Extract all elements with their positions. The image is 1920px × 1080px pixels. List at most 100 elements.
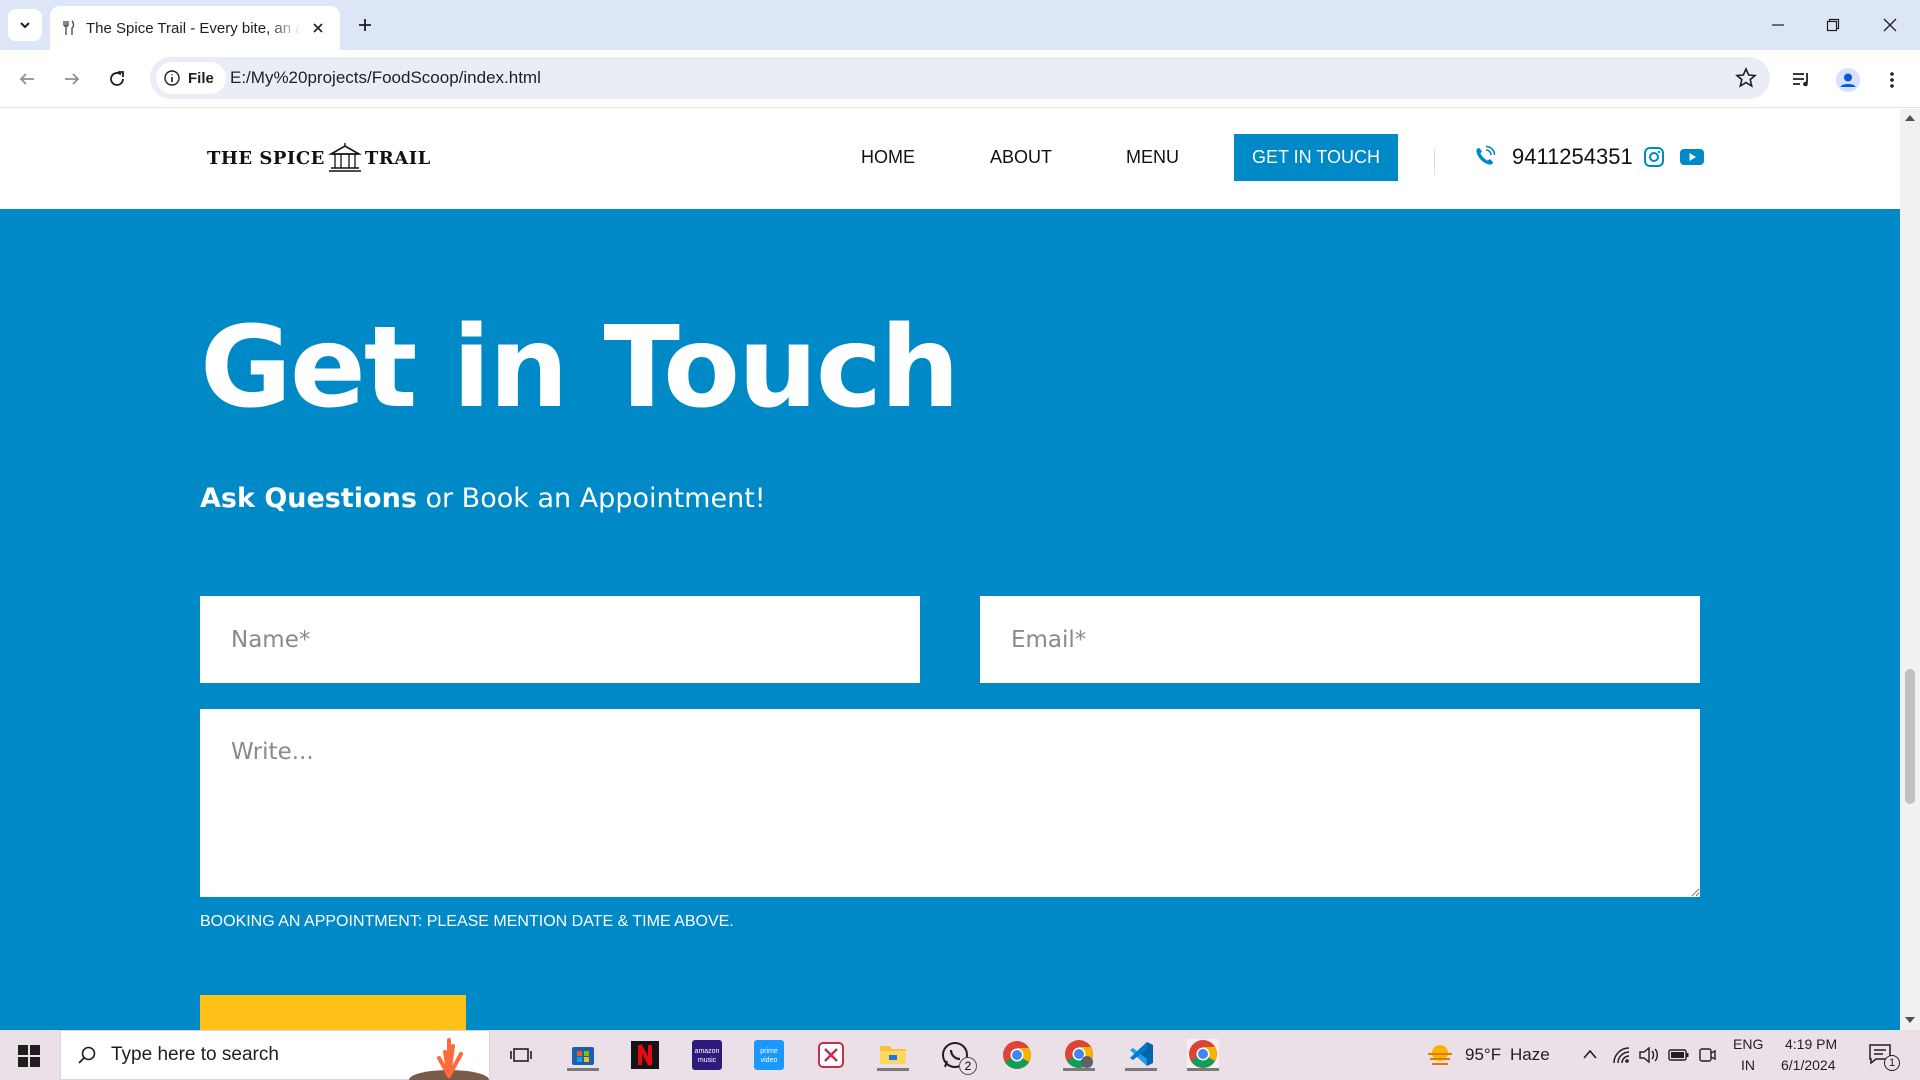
restore-icon [1826,18,1840,32]
booking-note: BOOKING AN APPOINTMENT: PLEASE MENTION D… [200,913,734,930]
taskbar-whatsapp[interactable]: 2 [939,1039,977,1075]
browser-menu-button[interactable] [1878,66,1906,94]
wifi-icon[interactable] [1612,1046,1630,1064]
taskbar-prime-video[interactable]: prime video [753,1039,785,1071]
reload-icon [110,71,124,86]
weather-temp[interactable]: 95°F [1465,1045,1501,1065]
whatsapp-badge: 2 [959,1057,977,1075]
taskbar-amazon-music[interactable]: amazon music [691,1039,723,1071]
back-button[interactable] [12,64,42,94]
scroll-up-arrow[interactable] [1905,115,1915,121]
taskbar-snipping-tool[interactable] [815,1039,847,1071]
chrome-icon [1189,1039,1217,1068]
contact-subtitle: Ask Questions or Book an Appointment! [200,483,766,514]
nav-about-link[interactable]: ABOUT [990,147,1052,168]
close-icon [1883,18,1897,32]
minimize-icon [1772,24,1784,26]
taskbar-vscode[interactable] [1125,1039,1157,1071]
nav-get-in-touch-button[interactable]: GET IN TOUCH [1234,134,1398,181]
task-view-icon [510,1048,532,1062]
reload-button[interactable] [102,64,132,94]
nav-menu-link[interactable]: MENU [1126,147,1179,168]
svg-text:video: video [761,1057,778,1064]
windows-taskbar: Type here to search amazon music prime vid… [0,1030,1920,1080]
scrollbar-thumb[interactable] [1905,669,1915,804]
vscode-icon [1130,1041,1153,1066]
svg-text:amazon: amazon [695,1048,720,1055]
close-window-button[interactable] [1872,10,1908,40]
browser-tab-active[interactable]: The Spice Trail - Every bite, an adventu… [50,6,340,50]
prime-video-icon: prime video [754,1040,784,1070]
meet-now-icon[interactable] [1698,1045,1716,1065]
email-input[interactable] [980,596,1700,683]
taskbar-search-placeholder: Type here to search [111,1044,279,1065]
task-view-button[interactable] [505,1039,537,1071]
more-vertical-icon [1890,72,1894,88]
message-textarea[interactable] [200,709,1700,897]
profile-button[interactable] [1834,66,1862,94]
info-icon [164,70,180,86]
site-logo[interactable]: THE SPICE TRAIL [207,143,431,173]
bookmark-star-icon[interactable] [1734,66,1758,90]
fork-knife-icon [63,20,75,35]
scroll-down-arrow[interactable] [1905,1017,1915,1023]
page-viewport: THE SPICE TRAIL HOME ABOUT MENU GET IN T… [0,109,1900,1030]
restore-button[interactable] [1815,10,1851,40]
site-info-chip[interactable]: File [156,62,226,94]
site-info-label: File [188,69,214,87]
url-text[interactable]: E:/My%20projects/FoodScoop/index.html [230,68,541,88]
page-scrollbar[interactable] [1900,109,1920,1030]
new-tab-button[interactable] [352,12,378,38]
media-controls-button[interactable] [1788,66,1816,94]
youtube-icon[interactable] [1679,147,1705,167]
taskbar-search-box[interactable]: Type here to search [60,1030,490,1080]
nav-home-link[interactable]: HOME [861,147,915,168]
profile-avatar-icon [1836,68,1860,92]
weather-desc[interactable]: Haze [1510,1045,1550,1065]
clock-time[interactable]: 4:19 PM [1785,1036,1837,1052]
chrome-icon [1003,1041,1031,1069]
windows-start-icon[interactable] [18,1045,40,1067]
chrome-profile-icon [1065,1039,1093,1068]
close-tab-icon[interactable] [308,18,328,38]
header-contact: 9411254351 [1472,144,1705,170]
taskbar-microsoft-store[interactable] [567,1039,599,1071]
svg-text:music: music [698,1057,717,1064]
taskbar-chrome-1[interactable] [1001,1039,1033,1071]
tab-title: The Spice Trail - Every bite, an adventu… [86,19,301,37]
taskbar-chrome-2[interactable] [1063,1039,1095,1071]
chevron-up-icon[interactable] [1582,1048,1598,1060]
carousel-logo-icon [327,143,362,172]
weather-haze-icon[interactable] [1426,1042,1454,1068]
svg-text:prime: prime [760,1048,778,1055]
speaker-icon[interactable] [1638,1045,1660,1065]
language-line2[interactable]: IN [1741,1057,1755,1073]
playlist-icon [1793,73,1808,87]
submit-button[interactable] [200,995,466,1030]
forward-arrow-icon [65,73,80,85]
microsoft-store-icon [572,1046,594,1065]
chevron-down-icon [20,22,30,29]
minimize-button[interactable] [1760,10,1796,40]
name-input[interactable] [200,596,920,683]
address-bar[interactable]: File E:/My%20projects/FoodScoop/index.ht… [150,57,1770,99]
search-highlight-coral-icon [409,1038,489,1080]
language-line1[interactable]: ENG [1733,1036,1763,1052]
taskbar-netflix[interactable] [629,1039,661,1071]
browser-toolbar: File E:/My%20projects/FoodScoop/index.ht… [0,50,1920,108]
amazon-music-icon: amazon music [692,1040,722,1070]
taskbar-chrome-active[interactable] [1187,1039,1219,1071]
tab-search-button[interactable] [8,9,42,41]
logo-text-right: TRAIL [364,147,431,169]
notification-count-badge: 1 [1884,1055,1900,1071]
clock-date[interactable]: 6/1/2024 [1781,1057,1836,1073]
forward-button[interactable] [57,64,87,94]
phone-ringing-icon [1476,145,1496,165]
battery-icon[interactable] [1668,1047,1690,1063]
taskbar-file-explorer[interactable] [877,1039,909,1071]
phone-number[interactable]: 9411254351 [1512,144,1633,170]
search-icon [78,1046,96,1064]
folder-icon [880,1045,906,1064]
contact-subtitle-bold: Ask Questions [200,483,417,514]
instagram-icon[interactable] [1643,146,1665,168]
